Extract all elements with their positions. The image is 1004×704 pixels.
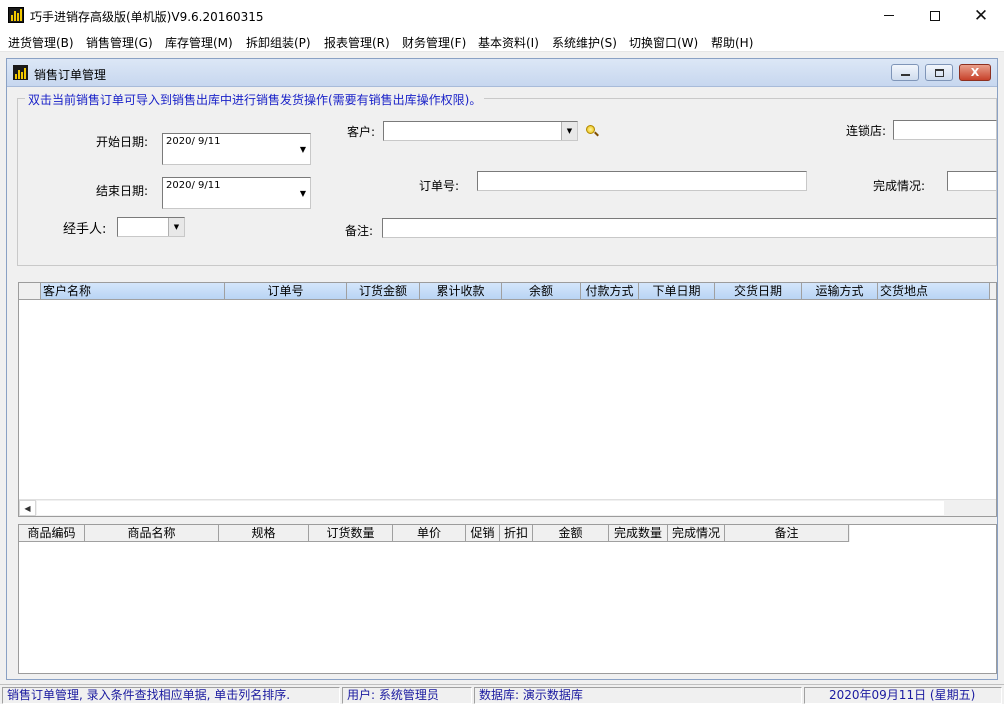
row-indicator-header (19, 283, 41, 300)
start-date-label: 开始日期: (96, 135, 149, 149)
col-spec[interactable]: 规格 (219, 525, 309, 542)
header-filler (990, 283, 996, 300)
completion-label: 完成情况: (873, 179, 926, 193)
minimize-icon (900, 73, 910, 76)
order-no-input[interactable] (477, 171, 807, 191)
col-remark[interactable]: 备注 (725, 525, 849, 542)
order-detail-grid[interactable]: 商品编码 商品名称 规格 订货数量 单价 促销 折扣 金额 完成数量 完成情况 … (18, 524, 997, 674)
handler-label: 经手人: (63, 222, 107, 237)
col-shipping-method[interactable]: 运输方式 (802, 283, 878, 300)
menu-inventory[interactable]: 库存管理(M) (165, 34, 233, 51)
col-customer-name[interactable]: 客户名称 (41, 283, 225, 300)
end-date-value: 2020/ 9/11 (166, 180, 221, 191)
status-hint: 销售订单管理, 录入条件查找相应单据, 单击列名排序. (2, 687, 340, 704)
start-date-value: 2020/ 9/11 (166, 136, 221, 147)
window-title: 巧手进销存高级版(单机版)V9.6.20160315 (30, 10, 264, 24)
search-icon[interactable] (585, 124, 599, 138)
restore-icon (934, 68, 944, 77)
menu-finance[interactable]: 财务管理(F) (402, 34, 466, 51)
close-button[interactable]: ✕ (958, 0, 1004, 31)
col-balance[interactable]: 余额 (502, 283, 581, 300)
col-unit-price[interactable]: 单价 (393, 525, 466, 542)
child-window-title: 销售订单管理 (34, 68, 107, 82)
menu-help[interactable]: 帮助(H) (711, 34, 753, 51)
col-delivery-place[interactable]: 交货地点 (878, 283, 990, 300)
start-date-picker[interactable]: 2020/ 9/11 ▼ (162, 133, 311, 165)
customer-select[interactable]: ▼ (383, 121, 578, 141)
orders-grid-header: 客户名称 订单号 订货金额 累计收款 余额 付款方式 下单日期 交货日期 运输方… (19, 283, 996, 300)
col-order-no[interactable]: 订单号 (225, 283, 347, 300)
window-title-bar: 巧手进销存高级版(单机版)V9.6.20160315 ✕ (0, 0, 1004, 31)
col-payment-method[interactable]: 付款方式 (581, 283, 639, 300)
app-logo-icon (8, 7, 24, 23)
child-restore-button[interactable] (925, 64, 953, 81)
col-order-amount[interactable]: 订货金额 (347, 283, 420, 300)
completion-field[interactable] (947, 171, 997, 191)
menu-assembly[interactable]: 拆卸组装(P) (246, 34, 311, 51)
end-date-label: 结束日期: (96, 184, 149, 198)
chevron-down-icon[interactable]: ▼ (296, 178, 310, 208)
status-database: 数据库: 演示数据库 (474, 687, 802, 704)
menu-sales[interactable]: 销售管理(G) (86, 34, 153, 51)
col-amount[interactable]: 金额 (533, 525, 609, 542)
order-no-label: 订单号: (419, 179, 460, 193)
end-date-picker[interactable]: 2020/ 9/11 ▼ (162, 177, 311, 209)
chevron-down-icon[interactable]: ▼ (296, 134, 310, 164)
minimize-icon (884, 15, 894, 16)
menu-bar: 进货管理(B) 销售管理(G) 库存管理(M) 拆卸组装(P) 报表管理(R) … (0, 31, 1004, 52)
col-completed-qty[interactable]: 完成数量 (609, 525, 668, 542)
chevron-down-icon[interactable]: ▼ (561, 122, 577, 140)
scroll-track[interactable] (37, 501, 944, 515)
chevron-down-icon[interactable]: ▼ (168, 218, 184, 236)
menu-reports[interactable]: 报表管理(R) (324, 34, 390, 51)
col-product-name[interactable]: 商品名称 (85, 525, 219, 542)
chain-store-field[interactable] (893, 120, 997, 140)
child-window-icon (13, 65, 28, 80)
close-icon: ✕ (973, 5, 989, 26)
col-discount[interactable]: 折扣 (500, 525, 533, 542)
scroll-left-icon[interactable]: ◀ (19, 500, 36, 516)
col-product-code[interactable]: 商品编码 (19, 525, 85, 542)
orders-horizontal-scrollbar[interactable]: ◀ (19, 499, 996, 516)
status-bar: 销售订单管理, 录入条件查找相应单据, 单击列名排序. 用户: 系统管理员 数据… (0, 684, 1004, 704)
menu-window[interactable]: 切换窗口(W) (629, 34, 698, 51)
col-received-total[interactable]: 累计收款 (420, 283, 502, 300)
filter-legend: 双击当前销售订单可导入到销售出库中进行销售发货操作(需要有销售出库操作权限)。 (25, 91, 485, 108)
col-order-date[interactable]: 下单日期 (639, 283, 715, 300)
menu-purchase[interactable]: 进货管理(B) (8, 34, 74, 51)
menu-basic-data[interactable]: 基本资料(I) (478, 34, 539, 51)
orders-grid[interactable]: 客户名称 订单号 订货金额 累计收款 余额 付款方式 下单日期 交货日期 运输方… (18, 282, 997, 517)
child-minimize-button[interactable] (891, 64, 919, 81)
col-delivery-date[interactable]: 交货日期 (715, 283, 802, 300)
handler-select[interactable]: ▼ (117, 217, 185, 237)
remark-label: 备注: (345, 224, 374, 238)
close-icon: X (970, 66, 980, 79)
detail-grid-header: 商品编码 商品名称 规格 订货数量 单价 促销 折扣 金额 完成数量 完成情况 … (19, 525, 850, 542)
status-user: 用户: 系统管理员 (342, 687, 472, 704)
status-date: 2020年09月11日 (星期五) (804, 687, 1002, 704)
col-completion-status[interactable]: 完成情况 (668, 525, 725, 542)
minimize-button[interactable] (866, 0, 912, 31)
col-order-qty[interactable]: 订货数量 (309, 525, 393, 542)
menu-system[interactable]: 系统维护(S) (552, 34, 617, 51)
child-close-button[interactable]: X (959, 64, 991, 81)
col-promotion[interactable]: 促销 (466, 525, 500, 542)
chain-store-label: 连锁店: (846, 124, 887, 138)
remark-input[interactable] (382, 218, 997, 238)
maximize-icon (930, 10, 940, 21)
customer-label: 客户: (347, 125, 376, 139)
child-title-bar: 销售订单管理 X (7, 59, 997, 87)
maximize-button[interactable] (912, 0, 958, 31)
